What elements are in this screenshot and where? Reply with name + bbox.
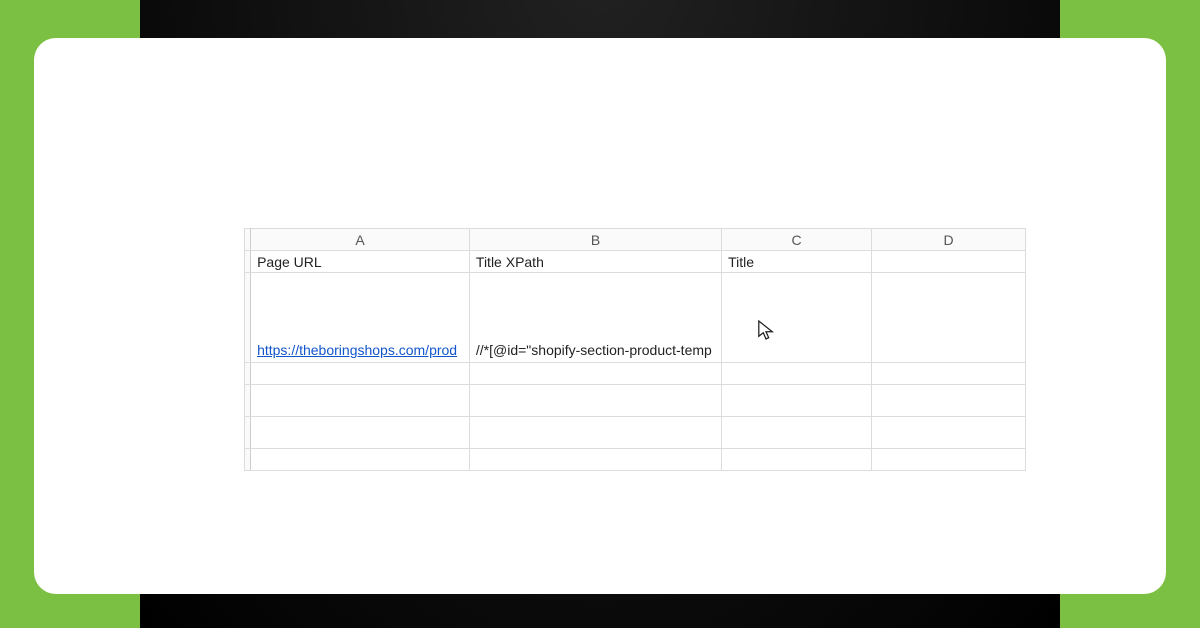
spreadsheet-grid[interactable]: A B C D Page URL Title XPath Title https… [244, 228, 1026, 471]
cell-c3[interactable] [722, 363, 872, 385]
cell-c4[interactable] [722, 385, 872, 417]
cell-d1[interactable] [872, 251, 1026, 273]
cell-c6[interactable] [722, 449, 872, 471]
cell-a5[interactable] [251, 417, 470, 449]
table-row: https://theboringshops.com/prod //*[@id=… [245, 273, 1026, 363]
table-row [245, 449, 1026, 471]
column-header-b[interactable]: B [469, 229, 721, 251]
table-row [245, 363, 1026, 385]
cell-d6[interactable] [872, 449, 1026, 471]
cell-b5[interactable] [469, 417, 721, 449]
column-header-c[interactable]: C [722, 229, 872, 251]
cell-c2[interactable] [722, 273, 872, 363]
cell-d2[interactable] [872, 273, 1026, 363]
cell-a1[interactable]: Page URL [251, 251, 470, 273]
cell-b3[interactable] [469, 363, 721, 385]
cell-c5[interactable] [722, 417, 872, 449]
cell-d5[interactable] [872, 417, 1026, 449]
table-row: Page URL Title XPath Title [245, 251, 1026, 273]
cell-c1[interactable]: Title [722, 251, 872, 273]
cell-d3[interactable] [872, 363, 1026, 385]
cell-a2[interactable]: https://theboringshops.com/prod [251, 273, 470, 363]
table-row [245, 385, 1026, 417]
content-card: A B C D Page URL Title XPath Title https… [34, 38, 1166, 594]
cell-b6[interactable] [469, 449, 721, 471]
cell-b1[interactable]: Title XPath [469, 251, 721, 273]
column-header-d[interactable]: D [872, 229, 1026, 251]
column-header-row: A B C D [245, 229, 1026, 251]
cell-b2[interactable]: //*[@id="shopify-section-product-temp [469, 273, 721, 363]
cell-a6[interactable] [251, 449, 470, 471]
cell-a3[interactable] [251, 363, 470, 385]
table-row [245, 417, 1026, 449]
column-header-a[interactable]: A [251, 229, 470, 251]
cell-b4[interactable] [469, 385, 721, 417]
cell-a4[interactable] [251, 385, 470, 417]
cell-d4[interactable] [872, 385, 1026, 417]
